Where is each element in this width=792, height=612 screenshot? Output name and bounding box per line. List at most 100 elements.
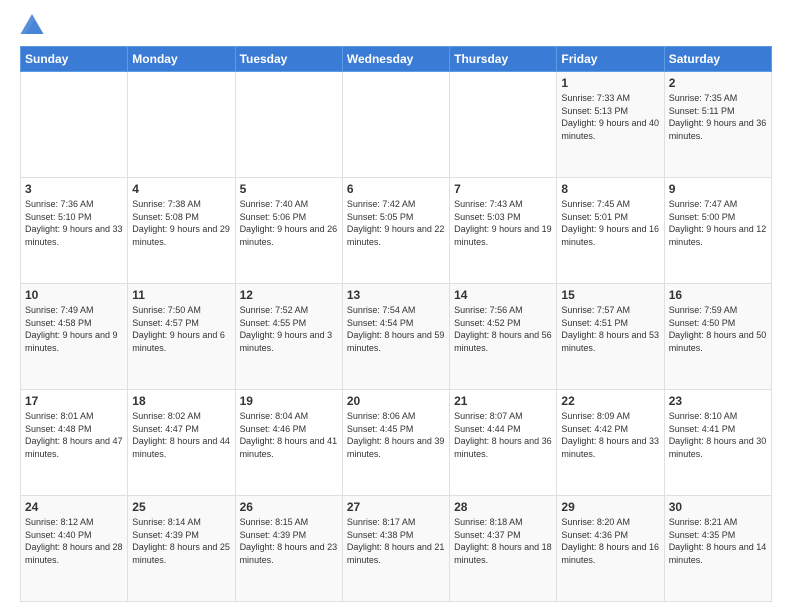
calendar-cell: 19 Sunrise: 8:04 AM Sunset: 4:46 PM Dayli… [235, 390, 342, 496]
calendar-cell: 23 Sunrise: 8:10 AM Sunset: 4:41 PM Dayli… [664, 390, 771, 496]
day-number: 26 [240, 500, 338, 514]
day-info: Sunrise: 8:14 AM Sunset: 4:39 PM Dayligh… [132, 516, 230, 566]
day-number: 1 [561, 76, 659, 90]
calendar-week-row: 24Sunrise: 8:12 AM Sunset: 4:40 PM Dayli… [21, 496, 772, 602]
calendar-cell [342, 72, 449, 178]
calendar-header: SundayMondayTuesdayWednesdayThursdayFrid… [21, 47, 772, 72]
day-info: Sunrise: 8:01 AM Sunset: 4:48 PM Dayligh… [25, 410, 123, 460]
header [20, 16, 772, 36]
day-info: Sunrise: 8:15 AM Sunset: 4:39 PM Dayligh… [240, 516, 338, 566]
weekday-header-row: SundayMondayTuesdayWednesdayThursdayFrid… [21, 47, 772, 72]
calendar-cell: 27 Sunrise: 8:17 AM Sunset: 4:38 PM Dayli… [342, 496, 449, 602]
calendar-cell: 30 Sunrise: 8:21 AM Sunset: 4:35 PM Dayli… [664, 496, 771, 602]
calendar-week-row: 10 Sunrise: 7:49 AM Sunset: 4:58 PM Dayli… [21, 284, 772, 390]
day-number: 7 [454, 182, 552, 196]
day-info: Sunrise: 7:43 AM Sunset: 5:03 PM Dayligh… [454, 198, 552, 248]
day-info: Sunrise: 7:49 AM Sunset: 4:58 PM Dayligh… [25, 304, 123, 354]
calendar-cell: 17 Sunrise: 8:01 AM Sunset: 4:48 PM Dayli… [21, 390, 128, 496]
day-info: Sunrise: 8:06 AM Sunset: 4:45 PM Dayligh… [347, 410, 445, 460]
day-number: 18 [132, 394, 230, 408]
day-info: Sunrise: 7:59 AM Sunset: 4:50 PM Dayligh… [669, 304, 767, 354]
day-info: Sunrise: 8:09 AM Sunset: 4:42 PM Dayligh… [561, 410, 659, 460]
day-number: 14 [454, 288, 552, 302]
calendar-cell: 26 Sunrise: 8:15 AM Sunset: 4:39 PM Dayli… [235, 496, 342, 602]
day-info: Sunrise: 7:33 AM Sunset: 5:13 PM Dayligh… [561, 92, 659, 142]
day-number: 6 [347, 182, 445, 196]
calendar-body: 1 Sunrise: 7:33 AM Sunset: 5:13 PM Daylig… [21, 72, 772, 602]
calendar-week-row: 17 Sunrise: 8:01 AM Sunset: 4:48 PM Dayli… [21, 390, 772, 496]
calendar-cell: 6 Sunrise: 7:42 AM Sunset: 5:05 PM Daylig… [342, 178, 449, 284]
day-info: Sunrise: 7:45 AM Sunset: 5:01 PM Dayligh… [561, 198, 659, 248]
calendar-cell: 18Sunrise: 8:02 AM Sunset: 4:47 PM Dayli… [128, 390, 235, 496]
day-number: 21 [454, 394, 552, 408]
day-info: Sunrise: 8:18 AM Sunset: 4:37 PM Dayligh… [454, 516, 552, 566]
day-number: 4 [132, 182, 230, 196]
calendar-cell: 7 Sunrise: 7:43 AM Sunset: 5:03 PM Daylig… [450, 178, 557, 284]
day-info: Sunrise: 8:21 AM Sunset: 4:35 PM Dayligh… [669, 516, 767, 566]
calendar-cell: 29Sunrise: 8:20 AM Sunset: 4:36 PM Dayli… [557, 496, 664, 602]
day-number: 16 [669, 288, 767, 302]
calendar-cell [128, 72, 235, 178]
calendar-cell: 22 Sunrise: 8:09 AM Sunset: 4:42 PM Dayli… [557, 390, 664, 496]
day-number: 17 [25, 394, 123, 408]
day-info: Sunrise: 7:42 AM Sunset: 5:05 PM Dayligh… [347, 198, 445, 248]
day-number: 8 [561, 182, 659, 196]
day-number: 22 [561, 394, 659, 408]
calendar-cell: 12Sunrise: 7:52 AM Sunset: 4:55 PM Dayli… [235, 284, 342, 390]
day-number: 13 [347, 288, 445, 302]
calendar-cell: 14 Sunrise: 7:56 AM Sunset: 4:52 PM Dayli… [450, 284, 557, 390]
calendar-cell: 13 Sunrise: 7:54 AM Sunset: 4:54 PM Dayli… [342, 284, 449, 390]
day-number: 27 [347, 500, 445, 514]
day-info: Sunrise: 8:20 AM Sunset: 4:36 PM Dayligh… [561, 516, 659, 566]
weekday-header-monday: Monday [128, 47, 235, 72]
day-info: Sunrise: 7:54 AM Sunset: 4:54 PM Dayligh… [347, 304, 445, 354]
logo-icon [20, 14, 44, 34]
calendar-cell: 8 Sunrise: 7:45 AM Sunset: 5:01 PM Daylig… [557, 178, 664, 284]
day-info: Sunrise: 7:47 AM Sunset: 5:00 PM Dayligh… [669, 198, 767, 248]
day-number: 30 [669, 500, 767, 514]
day-number: 3 [25, 182, 123, 196]
weekday-header-thursday: Thursday [450, 47, 557, 72]
calendar-cell: 20 Sunrise: 8:06 AM Sunset: 4:45 PM Dayli… [342, 390, 449, 496]
logo [20, 16, 48, 36]
day-info: Sunrise: 8:07 AM Sunset: 4:44 PM Dayligh… [454, 410, 552, 460]
day-number: 24 [25, 500, 123, 514]
day-number: 12 [240, 288, 338, 302]
day-info: Sunrise: 8:04 AM Sunset: 4:46 PM Dayligh… [240, 410, 338, 460]
calendar-table: SundayMondayTuesdayWednesdayThursdayFrid… [20, 46, 772, 602]
day-number: 19 [240, 394, 338, 408]
day-info: Sunrise: 7:57 AM Sunset: 4:51 PM Dayligh… [561, 304, 659, 354]
day-number: 10 [25, 288, 123, 302]
calendar-cell: 2Sunrise: 7:35 AM Sunset: 5:11 PM Daylig… [664, 72, 771, 178]
day-info: Sunrise: 7:35 AM Sunset: 5:11 PM Dayligh… [669, 92, 767, 142]
page: SundayMondayTuesdayWednesdayThursdayFrid… [0, 0, 792, 612]
day-number: 25 [132, 500, 230, 514]
weekday-header-friday: Friday [557, 47, 664, 72]
calendar-cell: 10 Sunrise: 7:49 AM Sunset: 4:58 PM Dayli… [21, 284, 128, 390]
calendar-cell: 9 Sunrise: 7:47 AM Sunset: 5:00 PM Daylig… [664, 178, 771, 284]
day-number: 11 [132, 288, 230, 302]
day-info: Sunrise: 8:10 AM Sunset: 4:41 PM Dayligh… [669, 410, 767, 460]
weekday-header-sunday: Sunday [21, 47, 128, 72]
weekday-header-wednesday: Wednesday [342, 47, 449, 72]
day-info: Sunrise: 7:36 AM Sunset: 5:10 PM Dayligh… [25, 198, 123, 248]
day-info: Sunrise: 7:56 AM Sunset: 4:52 PM Dayligh… [454, 304, 552, 354]
calendar-cell: 28Sunrise: 8:18 AM Sunset: 4:37 PM Dayli… [450, 496, 557, 602]
calendar-cell: 25 Sunrise: 8:14 AM Sunset: 4:39 PM Dayli… [128, 496, 235, 602]
calendar-cell [235, 72, 342, 178]
calendar-week-row: 1 Sunrise: 7:33 AM Sunset: 5:13 PM Daylig… [21, 72, 772, 178]
calendar-week-row: 3 Sunrise: 7:36 AM Sunset: 5:10 PM Daylig… [21, 178, 772, 284]
day-number: 23 [669, 394, 767, 408]
day-number: 15 [561, 288, 659, 302]
day-info: Sunrise: 7:40 AM Sunset: 5:06 PM Dayligh… [240, 198, 338, 248]
day-info: Sunrise: 7:50 AM Sunset: 4:57 PM Dayligh… [132, 304, 230, 354]
calendar-cell: 16 Sunrise: 7:59 AM Sunset: 4:50 PM Dayli… [664, 284, 771, 390]
calendar-cell: 3 Sunrise: 7:36 AM Sunset: 5:10 PM Daylig… [21, 178, 128, 284]
day-number: 5 [240, 182, 338, 196]
calendar-cell: 5 Sunrise: 7:40 AM Sunset: 5:06 PM Daylig… [235, 178, 342, 284]
day-info: Sunrise: 8:17 AM Sunset: 4:38 PM Dayligh… [347, 516, 445, 566]
calendar-cell: 4Sunrise: 7:38 AM Sunset: 5:08 PM Daylig… [128, 178, 235, 284]
day-number: 9 [669, 182, 767, 196]
day-number: 20 [347, 394, 445, 408]
calendar-cell [450, 72, 557, 178]
